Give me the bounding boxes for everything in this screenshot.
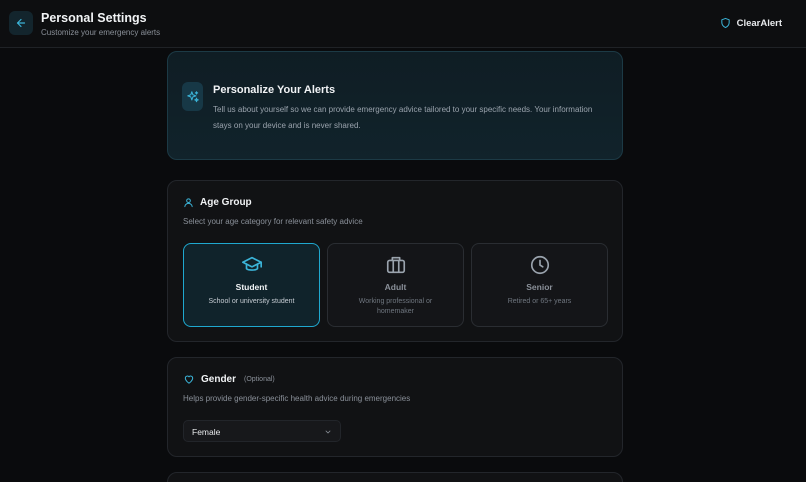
age-group-header: Age Group xyxy=(183,197,252,208)
gender-select-value: Female xyxy=(192,427,221,437)
intro-text: Tell us about yourself so we can provide… xyxy=(213,105,593,130)
clock-icon xyxy=(530,255,549,275)
age-option-adult[interactable]: Adult Working professional or homemaker xyxy=(327,243,464,327)
age-option-label: Student xyxy=(235,282,268,292)
intro-title: Personalize Your Alerts xyxy=(213,84,336,96)
gender-select[interactable]: Female xyxy=(183,420,341,442)
app-header: Personal Settings Customize your emergen… xyxy=(0,0,806,48)
gender-header: Gender (Optional) xyxy=(183,374,275,385)
briefcase-icon xyxy=(386,256,405,274)
age-option-description: Retired or 65+ years xyxy=(507,298,572,305)
graduation-cap-icon xyxy=(241,256,262,271)
age-option-student[interactable]: Student School or university student xyxy=(183,243,320,327)
back-button[interactable] xyxy=(9,11,33,35)
next-section-card xyxy=(167,472,623,482)
brand-name: ClearAlert xyxy=(736,17,782,29)
age-option-description: School or university student xyxy=(208,298,295,305)
user-icon xyxy=(184,198,193,208)
intro-card: Personalize Your Alerts Tell us about yo… xyxy=(167,51,623,160)
page-title: Personal Settings xyxy=(41,11,147,25)
intro-icon-badge xyxy=(182,82,203,111)
page-subtitle: Customize your emergency alerts xyxy=(41,28,161,37)
gender-title: Gender xyxy=(201,374,237,385)
age-group-card: Age Group Select your age category for r… xyxy=(167,180,623,342)
sparkles-icon xyxy=(186,90,199,102)
heart-icon xyxy=(184,375,194,384)
brand: ClearAlert xyxy=(720,17,782,29)
age-group-title: Age Group xyxy=(200,197,252,208)
shield-icon xyxy=(720,17,730,29)
gender-card: Gender (Optional) Helps provide gender-s… xyxy=(167,357,623,457)
chevron-down-icon xyxy=(325,430,331,434)
arrow-left-icon xyxy=(16,18,26,28)
gender-optional-tag: (Optional) xyxy=(244,376,275,383)
gender-description: Helps provide gender-specific health adv… xyxy=(183,394,411,403)
age-option-description: Working professional or homemaker xyxy=(358,298,433,315)
age-option-label: Senior xyxy=(526,282,553,292)
age-group-description: Select your age category for relevant sa… xyxy=(183,217,363,226)
age-option-senior[interactable]: Senior Retired or 65+ years xyxy=(471,243,608,327)
age-option-label: Adult xyxy=(384,282,407,292)
